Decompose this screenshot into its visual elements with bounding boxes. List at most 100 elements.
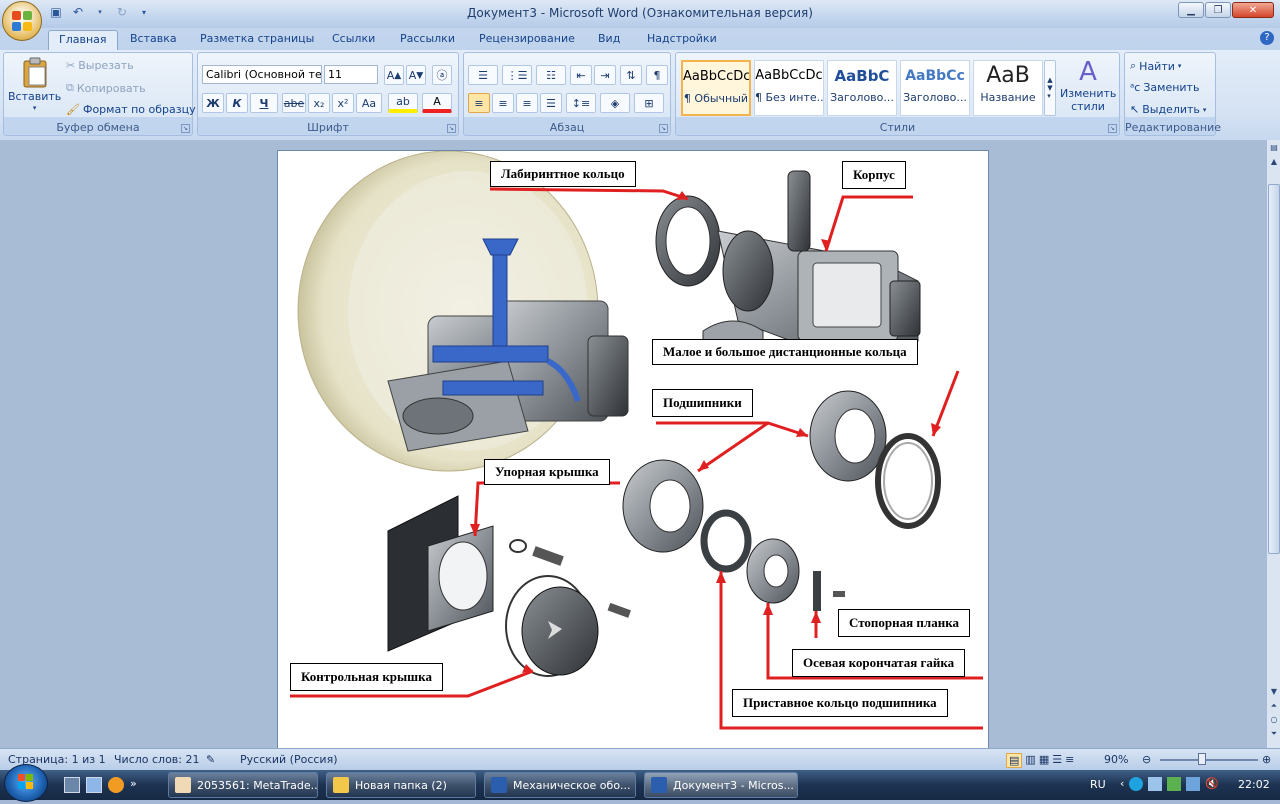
show-desktop-icon[interactable] [64, 777, 80, 793]
font-size-combo[interactable]: 11 [324, 65, 378, 84]
tab-insert[interactable]: Вставка [120, 30, 187, 50]
crown-nut-part [746, 538, 800, 604]
scroll-down-icon[interactable]: ▼ [1268, 686, 1280, 698]
copy-button[interactable]: ⧉ Копировать [66, 81, 146, 95]
tab-references[interactable]: Ссылки [322, 30, 385, 50]
bold-button[interactable]: Ж [202, 93, 224, 113]
task-new-folder[interactable]: Новая папка (2) [326, 772, 476, 798]
replace-button[interactable]: ᵃc Заменить [1130, 81, 1199, 94]
find-button[interactable]: ⌕ Найти ▾ [1130, 59, 1181, 73]
select-browse-object-icon[interactable]: ○ [1268, 714, 1280, 726]
tab-mailings[interactable]: Рассылки [390, 30, 465, 50]
document-page[interactable]: Лабиринтное кольцо Корпус Малое и большо… [277, 150, 989, 750]
style-title[interactable]: AaB Название [973, 60, 1043, 116]
styles-scroll-icon[interactable]: ▲ ▼ ▾ [1044, 60, 1056, 116]
language-status[interactable]: Русский (Россия) [240, 753, 338, 766]
multilevel-list-icon[interactable]: ☷ [536, 65, 566, 85]
sort-icon[interactable]: ⇅ [620, 65, 642, 85]
tab-page-layout[interactable]: Разметка страницы [190, 30, 324, 50]
scroll-thumb[interactable] [1268, 184, 1280, 554]
clear-format-button[interactable]: ⓐ [432, 65, 452, 85]
strikethrough-button[interactable]: abe [282, 93, 306, 113]
draft-icon[interactable]: ≡ [1065, 753, 1074, 768]
style-heading-1[interactable]: AaBbC Заголово... [827, 60, 897, 116]
volume-icon[interactable]: 🔇 [1205, 777, 1219, 791]
change-styles-button[interactable]: A Изменить стили [1060, 57, 1116, 113]
dialog-launcher-icon[interactable]: ↘ [659, 124, 668, 133]
italic-button[interactable]: К [226, 93, 248, 113]
highlight-icon[interactable]: ab [388, 93, 418, 113]
zoom-in-icon[interactable]: ⊕ [1262, 753, 1271, 766]
word-count[interactable]: Число слов: 21 [114, 753, 200, 766]
paste-button[interactable]: Вставить ▾ [8, 57, 61, 112]
print-layout-icon[interactable]: ▤ [1006, 753, 1023, 768]
scroll-up-icon[interactable]: ▲ [1268, 156, 1280, 168]
align-right-icon[interactable]: ≡ [516, 93, 538, 113]
numbering-icon[interactable]: ⋮☰ [502, 65, 532, 85]
style-preview: AaB [986, 63, 1030, 88]
shading-icon[interactable]: ◈ [600, 93, 630, 113]
increase-indent-icon[interactable]: ⇥ [594, 65, 616, 85]
borders-icon[interactable]: ⊞ [634, 93, 664, 113]
task-mechanical[interactable]: Механическое обо... [484, 772, 636, 798]
previous-page-icon[interactable]: ⏶ [1268, 700, 1280, 712]
task-metatrader[interactable]: 2053561: MetaTrade... [168, 772, 318, 798]
tab-home[interactable]: Главная [48, 30, 118, 50]
align-center-icon[interactable]: ≡ [492, 93, 514, 113]
help-icon[interactable]: ? [1260, 31, 1274, 45]
zoom-slider-thumb[interactable] [1198, 753, 1206, 765]
tab-addins[interactable]: Надстройки [637, 30, 727, 50]
line-spacing-icon[interactable]: ↕≡ [566, 93, 596, 113]
justify-icon[interactable]: ☰ [540, 93, 562, 113]
clock[interactable]: 22:02 [1238, 778, 1270, 791]
vertical-scrollbar[interactable]: ▤ ▲ ▼ ⏶ ○ ⏷ [1266, 140, 1280, 748]
full-screen-reading-icon[interactable]: ▥ [1025, 753, 1035, 768]
close-button[interactable]: ✕ [1232, 2, 1274, 18]
skype-icon[interactable] [1129, 777, 1144, 791]
pilcrow-icon[interactable]: ¶ [646, 65, 668, 85]
style-heading-2[interactable]: AaBbCc Заголово... [900, 60, 970, 116]
minimize-button[interactable]: ▁ [1178, 2, 1204, 18]
start-button[interactable] [4, 764, 48, 802]
font-name-combo[interactable]: Calibri (Основной те [202, 65, 322, 84]
subscript-button[interactable]: x₂ [308, 93, 330, 113]
show-hidden-icons-icon[interactable]: ‹ [1120, 777, 1124, 791]
office-button[interactable] [2, 1, 42, 41]
zoom-out-icon[interactable]: ⊖ [1142, 753, 1151, 766]
style-no-spacing[interactable]: AaBbCcDc ¶ Без инте... [754, 60, 824, 116]
more-quick-launch-icon[interactable]: » [130, 777, 137, 793]
web-layout-icon[interactable]: ▦ [1039, 753, 1049, 768]
security-icon[interactable] [1167, 777, 1182, 791]
next-page-icon[interactable]: ⏷ [1268, 728, 1280, 740]
tab-review[interactable]: Рецензирование [469, 30, 585, 50]
align-left-icon[interactable]: ≡ [468, 93, 490, 113]
tab-view[interactable]: Вид [588, 30, 630, 50]
superscript-button[interactable]: x² [332, 93, 354, 113]
style-normal[interactable]: AaBbCcDc ¶ Обычный [681, 60, 751, 116]
decrease-indent-icon[interactable]: ⇤ [570, 65, 592, 85]
shrink-font-button[interactable]: A ▼ [406, 65, 426, 85]
restore-button[interactable]: ❐ [1205, 2, 1231, 18]
proofing-icon[interactable]: ✎ [206, 753, 215, 766]
update-icon[interactable] [1186, 777, 1201, 791]
bullets-icon[interactable]: ☰ [468, 65, 498, 85]
task-document3[interactable]: Документ3 - Micros... [644, 772, 798, 798]
dialog-launcher-icon[interactable]: ↘ [1108, 124, 1117, 133]
explorer-quick-icon[interactable] [86, 777, 102, 793]
dialog-launcher-icon[interactable]: ↘ [447, 124, 456, 133]
grow-font-button[interactable]: A ▲ [384, 65, 404, 85]
media-player-icon[interactable] [108, 777, 124, 793]
cut-button[interactable]: ✂ Вырезать [66, 59, 134, 72]
ruler-toggle-icon[interactable]: ▤ [1268, 142, 1280, 154]
font-color-icon[interactable]: A [422, 93, 452, 113]
format-painter-button[interactable]: 🖌 Формат по образцу [66, 103, 196, 116]
network-icon[interactable] [1148, 777, 1163, 791]
zoom-slider[interactable] [1160, 759, 1258, 761]
change-case-button[interactable]: Aa [356, 93, 382, 113]
underline-button[interactable]: Ч [250, 93, 278, 113]
dialog-launcher-icon[interactable]: ↘ [181, 124, 190, 133]
input-language[interactable]: RU [1090, 778, 1106, 791]
outline-icon[interactable]: ☰ [1052, 753, 1062, 768]
select-button[interactable]: ↖ Выделить ▾ [1130, 103, 1206, 116]
zoom-level[interactable]: 90% [1104, 753, 1128, 766]
